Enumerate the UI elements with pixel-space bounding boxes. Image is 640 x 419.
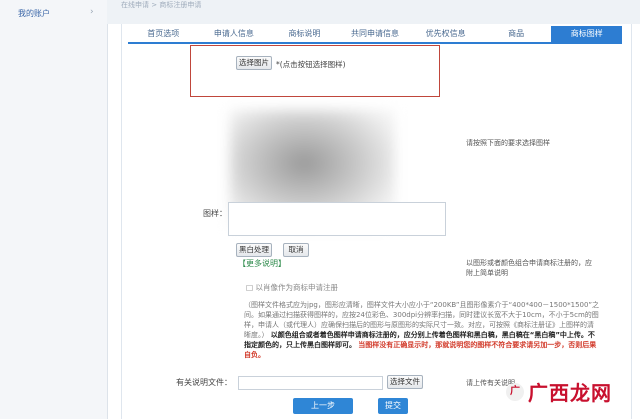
chevron-right-icon[interactable]: › bbox=[90, 7, 94, 17]
choose-image-button[interactable]: 选择图片 bbox=[236, 56, 272, 70]
watermark-text: 广西龙网 bbox=[528, 381, 612, 405]
choose-file-button[interactable]: 选择文件 bbox=[387, 375, 423, 389]
highlight-box bbox=[190, 45, 440, 97]
watermark-logo: 广 bbox=[506, 382, 524, 401]
sidebar-item-my-account[interactable]: 我的账户 bbox=[18, 8, 50, 19]
bw-process-button[interactable]: 黑白处理 bbox=[236, 243, 272, 257]
more-note-line1: 以图形或者颜色组合申请商标注册的，应 bbox=[466, 259, 592, 267]
tab-joint-application[interactable]: 共同申请信息 bbox=[340, 26, 411, 42]
tab-applicant-info[interactable]: 申请人信息 bbox=[199, 26, 270, 42]
tab-home-options[interactable]: 首页选项 bbox=[128, 26, 199, 42]
breadcrumb: 在线申请 > 商标注册申请 bbox=[121, 1, 202, 9]
prev-step-button[interactable]: 上一步 bbox=[293, 398, 353, 414]
submit-button[interactable]: 提交 bbox=[378, 398, 408, 414]
top-strip: 在线申请 > 商标注册申请 bbox=[107, 0, 640, 24]
tab-trademark-image[interactable]: 商标图样 bbox=[551, 26, 623, 42]
watermark: 广 广西龙网 bbox=[506, 377, 612, 406]
more-note-line2: 附上简单说明 bbox=[466, 269, 508, 277]
format-notes: （图样文件格式应为jpg，图形应清晰，图样文件大小应小于“200KB”且图形像素… bbox=[244, 300, 600, 360]
tab-goods[interactable]: 商品 bbox=[481, 26, 552, 42]
cancel-button[interactable]: 取消 bbox=[283, 243, 309, 257]
more-info-link[interactable]: 【更多说明】 bbox=[238, 258, 286, 269]
sidebar: 我的账户 › bbox=[0, 0, 108, 419]
image-field-box[interactable] bbox=[228, 202, 446, 236]
related-file-label: 有关说明文件： bbox=[176, 378, 232, 387]
tab-priority-info[interactable]: 优先权信息 bbox=[410, 26, 481, 42]
related-file-input[interactable] bbox=[238, 376, 383, 390]
tab-bar: 首页选项 申请人信息 商标说明 共同申请信息 优先权信息 商品 商标图样 bbox=[128, 26, 623, 44]
portrait-checkbox-label[interactable]: □ 以肖像作为商标申请注册 bbox=[246, 282, 338, 293]
image-field-label: 图样： bbox=[203, 209, 227, 218]
choose-image-hint: *(点击按钮选择图样) bbox=[276, 60, 346, 69]
preview-note: 请按照下面的要求选择图样 bbox=[466, 139, 550, 147]
tab-trademark-description[interactable]: 商标说明 bbox=[269, 26, 340, 42]
